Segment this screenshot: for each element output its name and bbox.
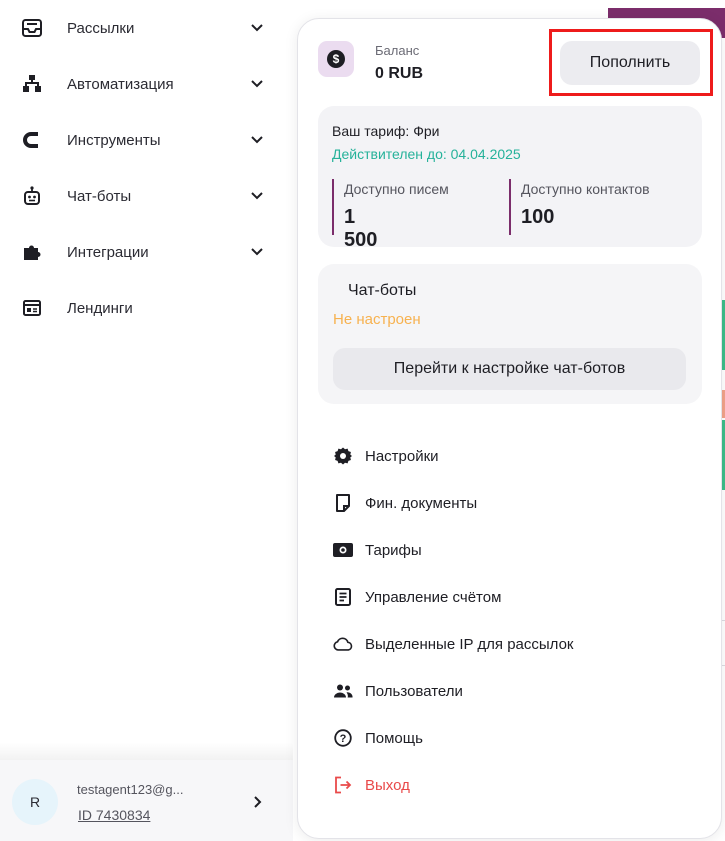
tariff-card: Ваш тариф: Фри Действителен до: 04.04.20… <box>318 106 702 251</box>
sidebar-item-tools[interactable]: Инструменты <box>0 120 280 160</box>
gear-icon <box>333 446 353 466</box>
landing-page-icon <box>22 298 42 318</box>
menu-item-label: Управление счётом <box>365 588 502 606</box>
svg-text:?: ? <box>340 733 347 745</box>
sidebar: Рассылки Автоматизация Инструменты Чат-б… <box>0 0 293 841</box>
users-icon <box>333 681 353 701</box>
tariff-valid-until: Действителен до: 04.04.2025 <box>332 146 521 162</box>
robot-icon <box>22 186 42 206</box>
help-icon: ? <box>333 728 353 748</box>
menu-item-label: Выход <box>365 776 410 794</box>
menu-item-settings[interactable]: Настройки <box>322 439 702 473</box>
account-dropdown-panel: $ Баланс 0 RUB Пополнить Ваш тариф: Фри … <box>297 18 722 839</box>
sidebar-item-label: Рассылки <box>67 19 135 37</box>
menu-item-logout[interactable]: Выход <box>322 768 702 802</box>
tariff-name: Ваш тариф: Фри <box>332 123 440 139</box>
chatbots-setup-button[interactable]: Перейти к настройке чат-ботов <box>333 348 686 390</box>
sidebar-item-label: Лендинги <box>67 299 133 317</box>
menu-item-label: Помощь <box>365 729 423 747</box>
dollar-coin-icon: $ <box>318 41 354 77</box>
menu-item-help[interactable]: ? Помощь <box>322 721 702 755</box>
ledger-icon <box>333 587 353 607</box>
mail-icon <box>22 18 42 38</box>
menu-item-fin-documents[interactable]: Фин. документы <box>322 486 702 520</box>
stat-emails: Доступно писем 1 500 <box>332 179 449 251</box>
menu-item-label: Фин. документы <box>365 494 478 512</box>
sidebar-item-automation[interactable]: Автоматизация <box>0 64 280 104</box>
sidebar-item-mailings[interactable]: Рассылки <box>0 8 280 48</box>
chevron-right-icon[interactable] <box>251 795 265 809</box>
sidebar-item-landings[interactable]: Лендинги <box>0 288 280 328</box>
menu-item-users[interactable]: Пользователи <box>322 674 702 708</box>
chevron-down-icon[interactable] <box>250 77 264 91</box>
sidebar-item-label: Автоматизация <box>67 75 174 93</box>
sitemap-icon <box>22 74 42 94</box>
menu-item-tariffs[interactable]: Тарифы <box>322 533 702 567</box>
logout-icon <box>333 775 353 795</box>
account-block[interactable]: R testagent123@g... ID 7430834 <box>0 760 293 841</box>
menu-item-dedicated-ip[interactable]: Выделенные IP для рассылок <box>322 627 702 661</box>
stat-value: 1 500 <box>344 206 378 251</box>
stat-value: 100 <box>521 206 555 228</box>
chatbots-card: Чат-боты Не настроен Перейти к настройке… <box>318 264 702 404</box>
banknote-icon <box>333 540 353 560</box>
app-root: I Рассылки Автоматизация <box>0 0 725 841</box>
sidebar-item-chatbots[interactable]: Чат-боты <box>0 176 280 216</box>
document-icon <box>333 493 353 513</box>
highlight-box <box>549 29 713 96</box>
avatar[interactable]: R <box>12 779 58 825</box>
sidebar-item-label: Чат-боты <box>67 187 132 205</box>
magnet-icon <box>22 130 42 150</box>
cloud-icon <box>333 634 353 654</box>
menu-item-label: Выделенные IP для рассылок <box>365 635 574 653</box>
sidebar-footer-shadow <box>0 742 293 760</box>
svg-text:$: $ <box>333 52 340 66</box>
chatbots-title: Чат-боты <box>348 282 417 299</box>
chevron-down-icon[interactable] <box>250 21 264 35</box>
sidebar-item-label: Интеграции <box>67 243 149 261</box>
stat-label: Доступно контактов <box>521 181 650 197</box>
stat-contacts: Доступно контактов 100 <box>509 179 650 235</box>
chatbots-status: Не настроен <box>333 311 421 328</box>
sidebar-item-integrations[interactable]: Интеграции <box>0 232 280 272</box>
menu-item-label: Настройки <box>365 447 439 465</box>
menu-item-account-management[interactable]: Управление счётом <box>322 580 702 614</box>
puzzle-icon <box>22 242 42 262</box>
stat-label: Доступно писем <box>344 181 449 197</box>
sidebar-item-label: Инструменты <box>67 131 161 149</box>
account-id-link[interactable]: ID 7430834 <box>78 807 150 823</box>
account-email: testagent123@g... <box>77 782 184 797</box>
chevron-down-icon[interactable] <box>250 133 264 147</box>
chevron-down-icon[interactable] <box>250 245 264 259</box>
balance-value: 0 RUB <box>375 65 424 82</box>
balance-label: Баланс <box>375 43 420 58</box>
menu-item-label: Тарифы <box>365 541 422 559</box>
menu-item-label: Пользователи <box>365 682 463 700</box>
chevron-down-icon[interactable] <box>250 189 264 203</box>
